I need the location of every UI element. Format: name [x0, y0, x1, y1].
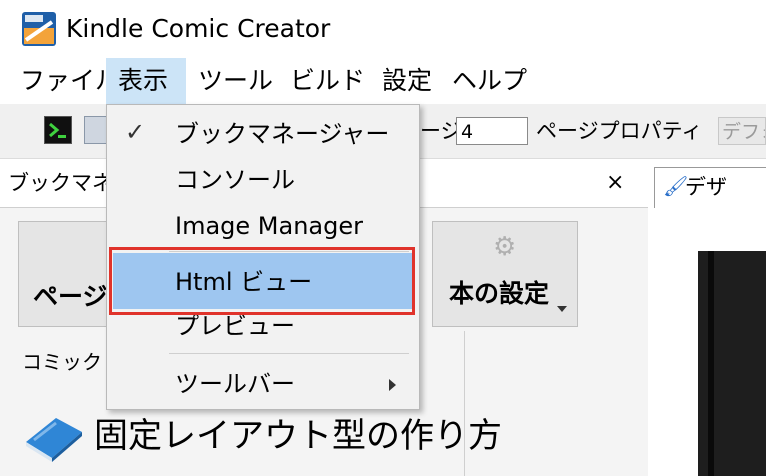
gear-icon: ⚙	[493, 232, 517, 262]
book-manager-title: ブックマネ	[8, 171, 113, 195]
tab-design-label: デザ	[685, 175, 727, 199]
menu-item-toolbar[interactable]: ツールバー	[107, 361, 419, 407]
menu-settings[interactable]: 設定	[382, 58, 436, 104]
chevron-right-icon	[389, 379, 396, 391]
highlight-outline	[109, 247, 415, 315]
comic-tree-item[interactable]: コミック	[22, 347, 102, 377]
page-number-input[interactable]: 4	[456, 117, 528, 145]
chevron-down-icon	[557, 306, 567, 312]
title-bar: Kindle Comic Creator	[0, 0, 766, 58]
menu-view[interactable]: 表示	[106, 58, 186, 104]
menu-item-console[interactable]: コンソール	[107, 157, 419, 203]
menu-item-book-manager[interactable]: ✓ ブックマネージャー	[107, 111, 419, 157]
console-icon	[49, 122, 66, 138]
kindle-app-icon	[22, 12, 56, 46]
page-preview-edge	[708, 251, 714, 476]
view-dropdown-menu: ✓ ブックマネージャー コンソール Image Manager Html ビュー…	[106, 104, 420, 410]
tab-design[interactable]: 🖌 デザ	[654, 167, 766, 208]
console-toolbar-button[interactable]	[44, 116, 72, 144]
menu-file[interactable]: ファイル	[20, 58, 120, 104]
menu-item-image-manager[interactable]: Image Manager	[107, 203, 419, 249]
check-icon: ✓	[125, 118, 146, 146]
book-settings-button[interactable]: ⚙ 本の設定	[432, 221, 578, 327]
close-icon[interactable]: ×	[606, 167, 624, 199]
menu-item-label: コンソール	[175, 166, 295, 194]
menu-item-label: ツールバー	[175, 370, 295, 398]
pages-button-label: ページ	[33, 282, 108, 311]
design-area: 🖌 デザ	[648, 159, 766, 476]
menu-help[interactable]: ヘルプ	[452, 58, 542, 104]
menu-tools[interactable]: ツール	[198, 58, 274, 104]
book-settings-label: 本の設定	[449, 279, 550, 308]
window-title: Kindle Comic Creator	[66, 14, 331, 43]
page-properties-label: ページプロパティ	[536, 119, 703, 143]
menu-bar: ファイル 表示 ツール ビルド 設定 ヘルプ	[0, 58, 766, 104]
book-icon	[26, 418, 82, 462]
caption-title: 固定レイアウト型の作り方	[94, 416, 502, 456]
menu-item-label: Image Manager	[175, 212, 363, 240]
page-properties-select[interactable]: デフォ	[718, 117, 766, 145]
menu-build[interactable]: ビルド	[290, 58, 368, 104]
menu-item-label: ブックマネージャー	[175, 120, 390, 148]
menu-separator	[169, 353, 409, 354]
